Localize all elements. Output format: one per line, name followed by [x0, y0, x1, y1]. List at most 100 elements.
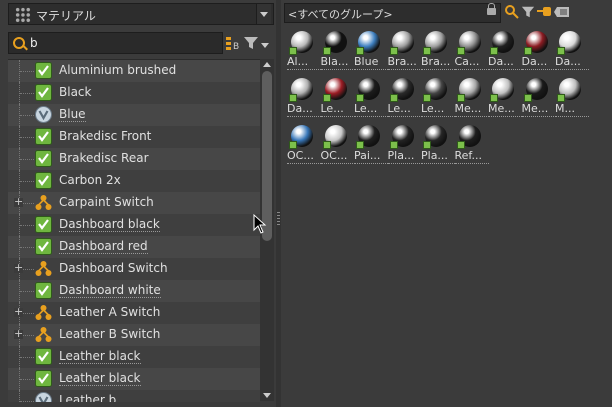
- switch-material-icon: [35, 194, 52, 211]
- tree-row-label: Brakedisc Front: [59, 129, 152, 143]
- tree-row[interactable]: Black: [8, 82, 260, 104]
- material-check-icon: [35, 238, 52, 255]
- material-thumbnail[interactable]: Me...: [521, 76, 560, 120]
- tree-row-label: Dashboard white: [59, 283, 161, 298]
- tree-row[interactable]: Brakedisc Front: [8, 126, 260, 148]
- material-thumbnail[interactable]: M...: [555, 76, 593, 120]
- material-thumbnail[interactable]: Da...: [287, 76, 325, 120]
- search-icon[interactable]: [504, 4, 520, 20]
- material-thumbnail[interactable]: Me...: [454, 76, 493, 120]
- group-dropdown[interactable]: <すべてのグループ>: [284, 3, 501, 23]
- tree-row-label: Leather A Switch: [59, 305, 161, 319]
- tree-row-label: Brakedisc Rear: [59, 151, 149, 165]
- material-thumbnail[interactable]: Bla...: [320, 29, 359, 73]
- material-check-icon: [389, 94, 398, 102]
- material-thumbnail[interactable]: Le...: [421, 76, 459, 120]
- tree-row[interactable]: Brakedisc Rear: [8, 148, 260, 170]
- material-thumbnail[interactable]: Pai...: [354, 123, 392, 167]
- material-thumbnail[interactable]: Da...: [555, 29, 593, 73]
- material-check-icon: [490, 94, 498, 102]
- material-thumbnail[interactable]: Ca...: [454, 29, 493, 73]
- tree-row-label: Carbon 2x: [59, 173, 121, 187]
- scroll-up-arrow-icon[interactable]: [263, 62, 271, 67]
- tree-row[interactable]: Aluminium brushed: [8, 60, 260, 82]
- tree-row[interactable]: Leather black: [8, 368, 260, 390]
- material-check-icon: [289, 141, 297, 149]
- material-thumbnail[interactable]: Pla...: [421, 123, 459, 167]
- tree-row[interactable]: Blue: [8, 104, 260, 126]
- tree-guide-line: [20, 159, 34, 160]
- switch-material-icon: [35, 260, 52, 277]
- tree-row[interactable]: + Leather A Switch: [8, 302, 260, 324]
- highlight-icon[interactable]: [536, 4, 552, 20]
- material-thumbnail[interactable]: Blue: [354, 29, 392, 73]
- material-v-icon: [35, 392, 52, 402]
- material-check-icon: [456, 141, 465, 149]
- material-check-icon: [322, 94, 331, 102]
- material-tree[interactable]: Aluminium brushed Black Blue Brakedisc Fron…: [8, 59, 260, 402]
- material-thumbnail[interactable]: Le...: [387, 76, 426, 120]
- expand-plus-icon[interactable]: +: [14, 328, 23, 339]
- material-thumbnail[interactable]: Bra...: [387, 29, 426, 73]
- material-thumbnail[interactable]: Le...: [320, 76, 359, 120]
- material-check-icon: [557, 94, 565, 102]
- tree-row[interactable]: + Leather B Switch: [8, 324, 260, 346]
- material-thumbnail[interactable]: Da...: [521, 29, 560, 73]
- expand-plus-icon[interactable]: +: [14, 196, 23, 207]
- tag-icon[interactable]: [553, 4, 571, 20]
- switch-material-icon: [35, 304, 52, 321]
- material-category-dropdown[interactable]: マテリアル: [8, 3, 274, 25]
- tree-row-label: Black: [59, 85, 92, 99]
- mouse-cursor-icon: [253, 214, 267, 234]
- material-check-icon: [35, 150, 52, 167]
- material-thumbnail[interactable]: Bra...: [421, 29, 459, 73]
- filter-icon[interactable]: [243, 35, 259, 51]
- material-thumbnail[interactable]: Le...: [354, 76, 392, 120]
- material-thumbnail-label: Pla...: [421, 149, 455, 164]
- tree-row[interactable]: + Carpaint Switch: [8, 192, 260, 214]
- lock-icon[interactable]: [487, 3, 496, 15]
- tree-row[interactable]: Dashboard white: [8, 280, 260, 302]
- tree-row[interactable]: Leather black: [8, 346, 260, 368]
- material-thumbnail[interactable]: Me...: [488, 76, 526, 120]
- tree-row[interactable]: Carbon 2x: [8, 170, 260, 192]
- search-input[interactable]: [30, 35, 220, 51]
- material-thumbnail[interactable]: OC...: [320, 123, 359, 167]
- material-thumbnail[interactable]: Al...: [287, 29, 325, 73]
- expand-plus-icon[interactable]: +: [14, 306, 23, 317]
- grid-icon: [15, 7, 31, 23]
- tree-guide-line: [20, 379, 34, 380]
- tree-guide-line: [20, 247, 34, 248]
- material-thumbnail[interactable]: Da...: [488, 29, 526, 73]
- material-check-icon: [456, 47, 465, 55]
- material-thumbnail-label: Al...: [287, 55, 321, 70]
- material-thumbnail-label: Bra...: [387, 55, 422, 70]
- tree-row-label: Carpaint Switch: [59, 195, 154, 209]
- material-thumbnail-label: Le...: [354, 102, 388, 117]
- tree-row-label: Leather black: [59, 371, 141, 386]
- tree-guide-line: [20, 115, 34, 116]
- material-check-icon: [35, 172, 52, 189]
- material-thumbnail-label: Le...: [320, 102, 355, 117]
- group-filter-icon[interactable]: B: [225, 35, 241, 51]
- tree-row[interactable]: + Dashboard Switch: [8, 258, 260, 280]
- scroll-down-arrow-icon[interactable]: [263, 393, 271, 398]
- material-thumbnails-panel: <すべてのグループ> Al... Bla... Blue Bra... Bra... Ca…: [281, 0, 612, 407]
- chevron-down-icon[interactable]: [256, 4, 271, 24]
- material-thumbnail-label: OC...: [320, 149, 355, 164]
- material-thumbnail[interactable]: Pla...: [387, 123, 426, 167]
- tree-row[interactable]: Leather b...: [8, 390, 260, 402]
- tree-row[interactable]: Dashboard red: [8, 236, 260, 258]
- expand-plus-icon[interactable]: +: [14, 262, 23, 273]
- material-thumbnail[interactable]: Ref...: [454, 123, 493, 167]
- material-thumbnail[interactable]: OC...: [287, 123, 325, 167]
- material-thumbnail-label: Me...: [454, 102, 489, 117]
- tree-row[interactable]: Dashboard black: [8, 214, 260, 236]
- splitter-grip-icon[interactable]: [277, 212, 280, 226]
- material-thumbnail-label: Da...: [488, 55, 522, 70]
- search-box[interactable]: [8, 32, 223, 54]
- filter-icon[interactable]: [521, 4, 535, 20]
- filter-dropdown-button[interactable]: [258, 35, 272, 51]
- tree-row-label: Aluminium brushed: [59, 63, 177, 77]
- material-check-icon: [356, 94, 364, 102]
